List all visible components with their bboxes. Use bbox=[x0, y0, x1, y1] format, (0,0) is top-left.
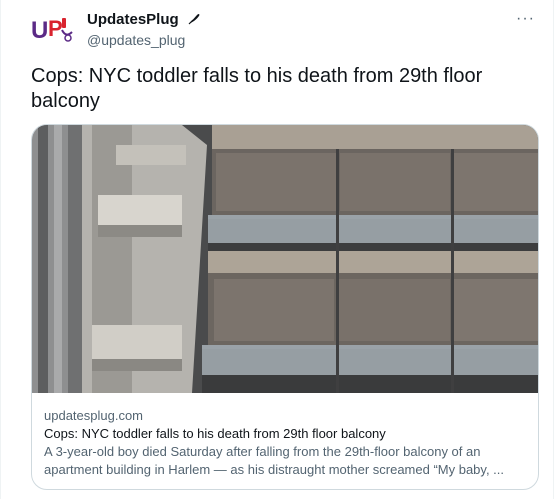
card-image[interactable] bbox=[32, 125, 538, 393]
tweet-text: Cops: NYC toddler falls to his death fro… bbox=[31, 65, 483, 112]
tweet[interactable]: U P UpdatesPlug @updates_plug ··· Cops: bbox=[0, 0, 554, 499]
card-meta: updatesplug.com Cops: NYC toddler falls … bbox=[44, 405, 526, 479]
author-display-name[interactable]: UpdatesPlug bbox=[87, 10, 179, 30]
author-handle[interactable]: @updates_plug bbox=[87, 31, 201, 49]
link-card[interactable]: updatesplug.com Cops: NYC toddler falls … bbox=[31, 124, 539, 490]
more-options-icon[interactable]: ··· bbox=[516, 10, 535, 28]
card-description-line-2: apartment building in Harlem — as his di… bbox=[44, 462, 505, 477]
tweet-header: U P UpdatesPlug @updates_plug ··· bbox=[31, 10, 543, 50]
card-description-line-1: A 3-year-old boy died Saturday after fal… bbox=[44, 444, 481, 459]
svg-text:U: U bbox=[31, 17, 48, 44]
card-domain: updatesplug.com bbox=[44, 408, 144, 423]
feather-icon bbox=[187, 12, 201, 31]
card-title: Cops: NYC toddler falls to his death fro… bbox=[44, 426, 386, 441]
avatar[interactable]: U P bbox=[31, 12, 75, 48]
svg-text:P: P bbox=[48, 16, 63, 41]
